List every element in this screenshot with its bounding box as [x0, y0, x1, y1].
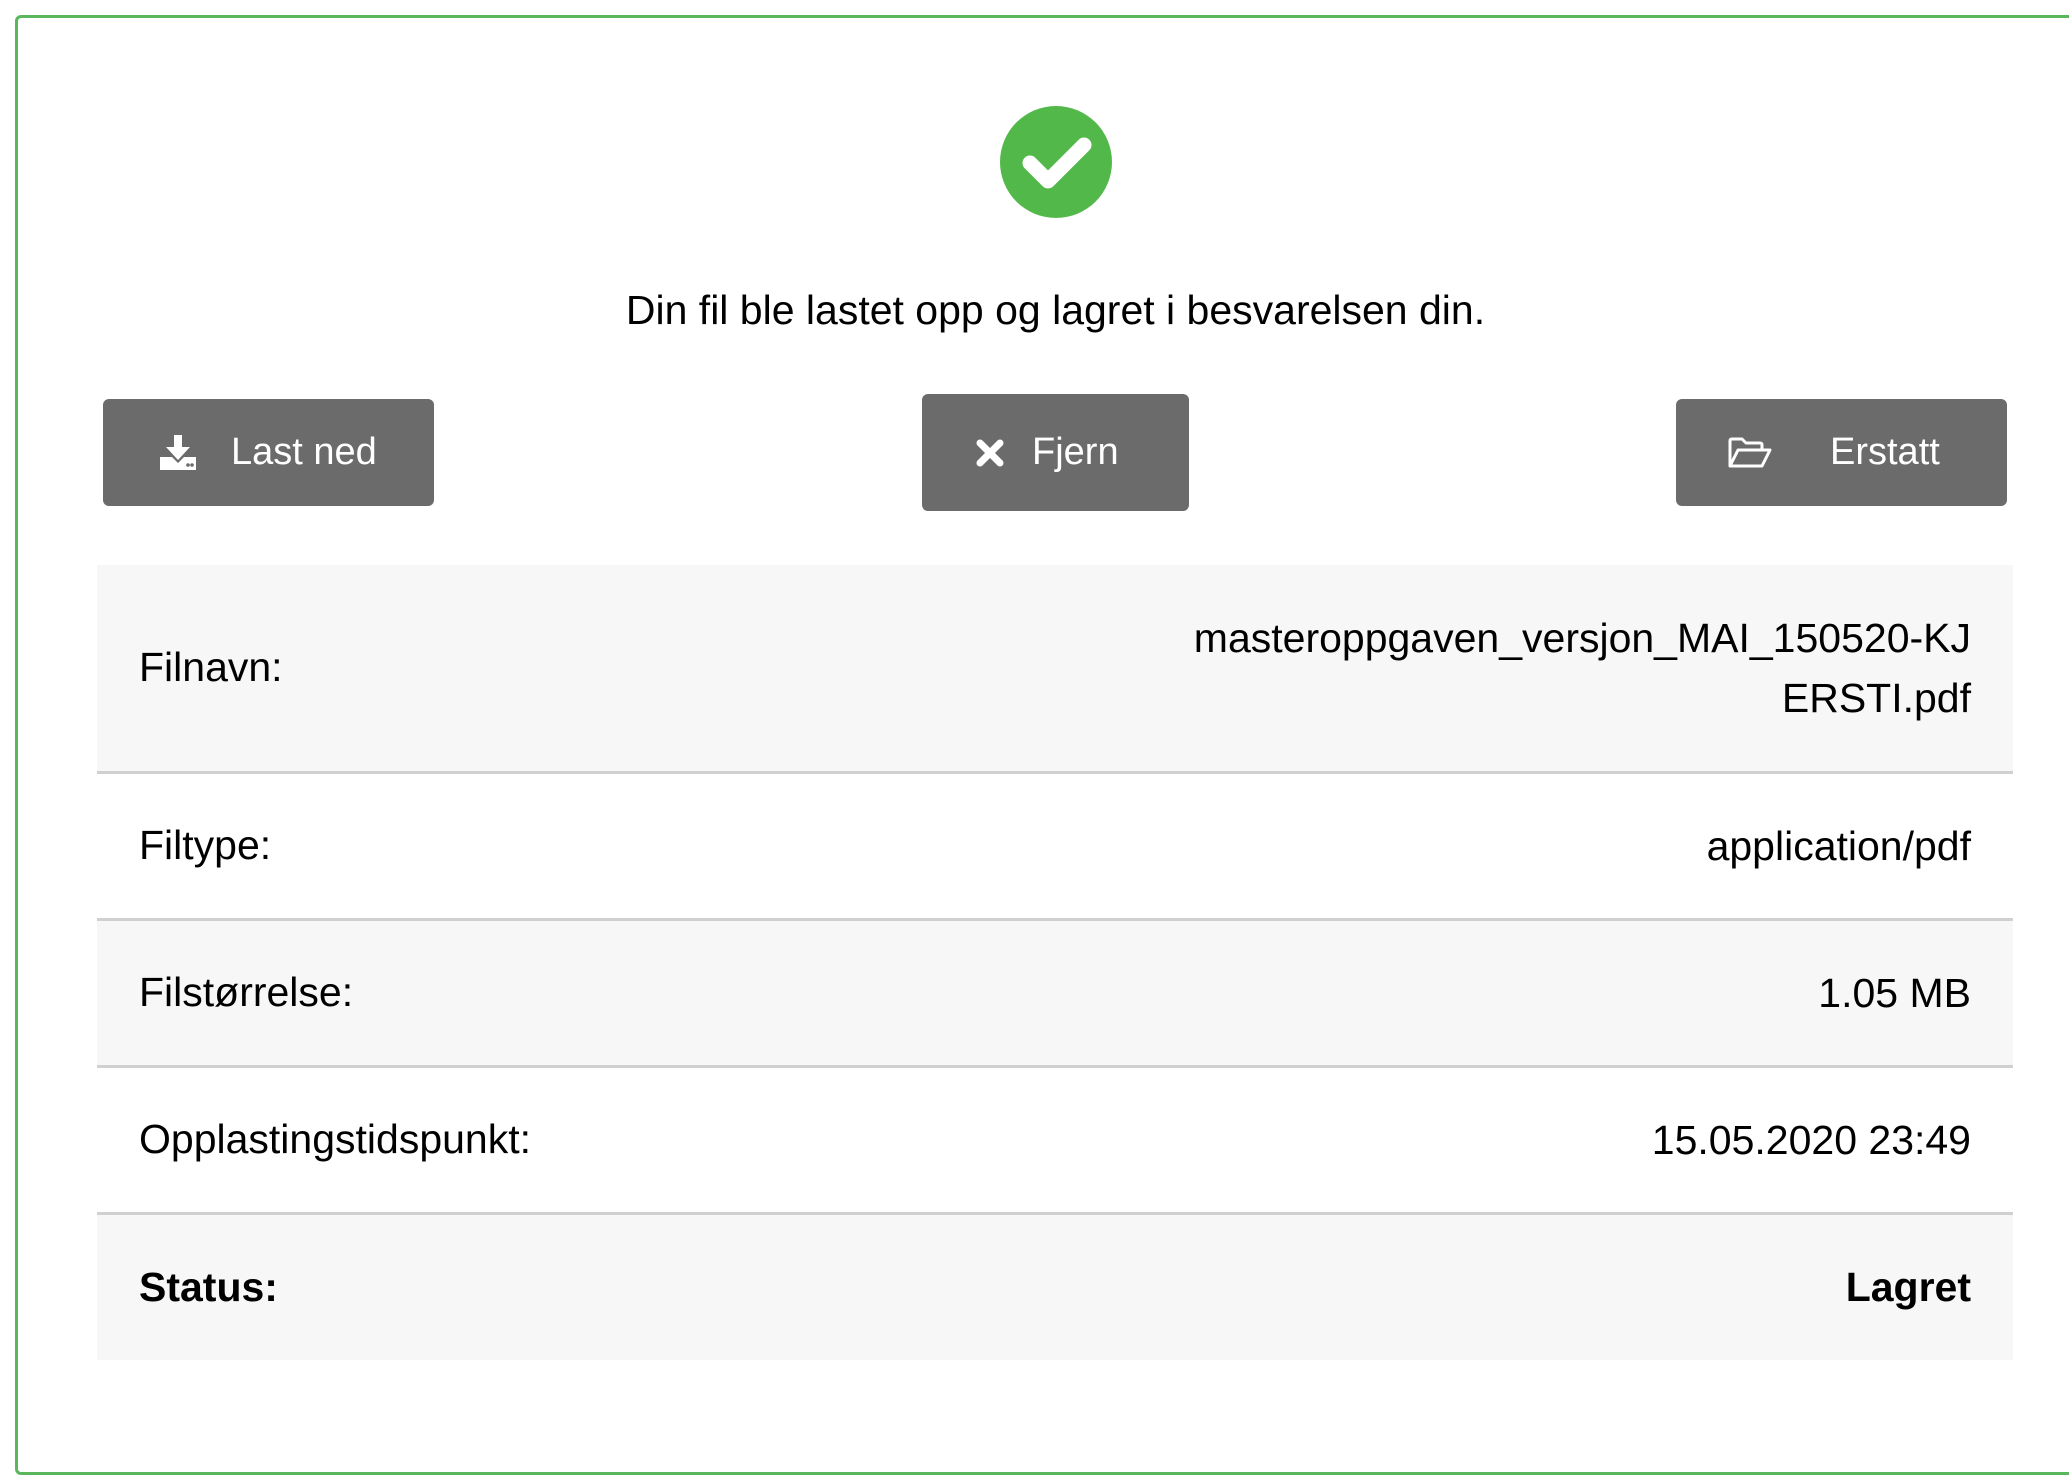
replace-button-label: Erstatt — [1830, 431, 1940, 473]
check-circle-icon — [1000, 106, 1112, 218]
status-label: Status: — [139, 1263, 278, 1310]
file-info-row-filetype: Filtype: application/pdf — [97, 772, 2013, 919]
close-icon — [976, 439, 1004, 467]
replace-button[interactable]: Erstatt — [1676, 399, 2007, 506]
folder-open-icon — [1728, 437, 1772, 469]
file-info-row-uploaded-at: Opplastingstidspunkt: 15.05.2020 23:49 — [97, 1066, 2013, 1213]
uploaded-at-label: Opplastingstidspunkt: — [139, 1116, 532, 1162]
filetype-label: Filtype: — [139, 822, 272, 868]
filename-value: masteroppgaven_versjon_MAI_150520-KJERST… — [773, 565, 2013, 772]
filesize-label: Filstørrelse: — [139, 969, 354, 1015]
filename-label: Filnavn: — [139, 644, 283, 691]
download-button-label: Last ned — [231, 431, 377, 473]
download-button[interactable]: Last ned — [103, 399, 434, 506]
upload-success-message: Din fil ble lastet opp og lagret i besva… — [625, 287, 1486, 333]
filename-text: masteroppgaven_versjon_MAI_150520-KJERST… — [1193, 614, 1971, 721]
file-info-table: Filnavn: masteroppgaven_versjon_MAI_1505… — [97, 565, 2013, 1360]
status-value: Lagret — [1845, 1264, 1971, 1311]
file-info-row-status: Status: Lagret — [97, 1213, 2013, 1360]
uploaded-at-value: 15.05.2020 23:49 — [1651, 1116, 1971, 1163]
download-icon — [159, 434, 197, 471]
remove-button[interactable]: Fjern — [922, 394, 1189, 511]
file-info-row-filename: Filnavn: masteroppgaven_versjon_MAI_1505… — [97, 565, 2013, 772]
file-info-row-filesize: Filstørrelse: 1.05 MB — [97, 919, 2013, 1066]
filetype-value: application/pdf — [1706, 822, 1971, 869]
remove-button-label: Fjern — [1032, 431, 1119, 473]
filesize-value: 1.05 MB — [1818, 969, 1971, 1016]
